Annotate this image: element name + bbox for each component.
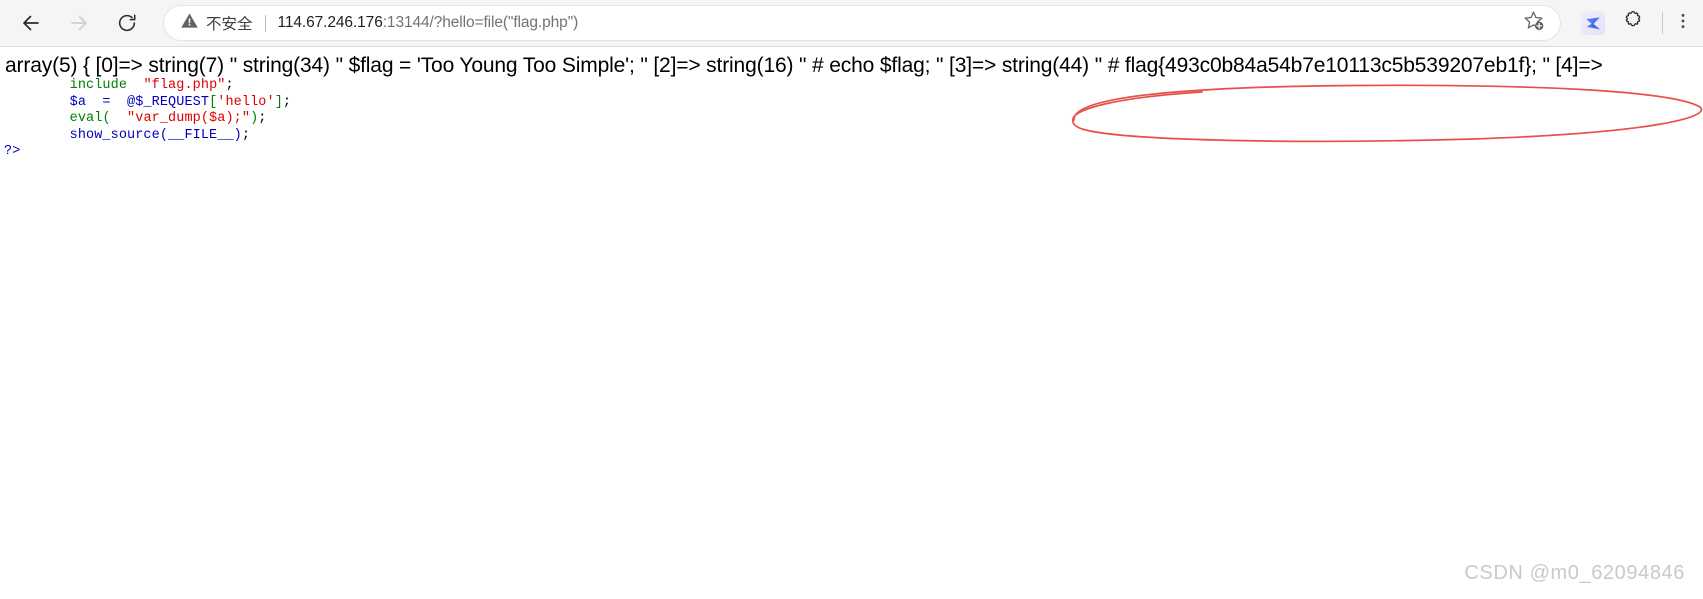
red-ellipse-annotation [1052,83,1703,145]
php-close-tag: ?> [4,144,21,160]
php-semicolon-4: ; [241,127,251,143]
reload-icon [116,12,138,34]
reload-button[interactable] [108,4,146,42]
chrome-menu-button[interactable] [1673,6,1703,40]
security-status-label: 不安全 [206,16,253,33]
bookmark-button[interactable] [1520,10,1546,36]
php-fn-showsource: show_source [69,127,160,143]
browser-toolbar: 不安全 114.67.246.176:13144/?hello=file("fl… [0,0,1703,47]
star-add-icon [1522,9,1545,37]
back-button[interactable] [12,4,50,42]
php-superglobal-request: @$_REQUEST [127,94,210,110]
csdn-watermark: CSDN @m0_62094846 [1464,562,1685,584]
kebab-menu-icon [1673,11,1693,36]
url-host: 114.67.246.176 [277,14,383,31]
php-string-hello: 'hello' [217,94,275,110]
extensions-button[interactable] [1616,6,1650,40]
bird-extension-icon [1581,11,1605,35]
php-semicolon-3: ; [258,111,267,127]
puzzle-piece-icon [1622,10,1644,37]
php-source-code: include "flag.php"; $a = @$_REQUEST['hel… [4,78,291,161]
url-path: /?hello=file("flag.php") [429,14,579,31]
php-keyword-include: include [69,78,128,93]
php-bracket-close: ] [274,94,283,110]
omnibox-divider [264,14,266,32]
arrow-left-icon [19,11,43,35]
page-content: array(5) { [0]=> string(7) " string(34) … [0,47,1703,599]
php-assign-op: = [86,94,128,110]
php-semicolon-2: ; [282,94,292,110]
php-fn-eval: eval [69,111,103,127]
arrow-right-icon [67,11,91,35]
php-var-a: $a [69,94,87,110]
php-string-vardump: "var_dump($a);" [127,111,251,127]
var-dump-output: array(5) { [0]=> string(7) " string(34) … [5,54,1603,77]
url-display[interactable]: 114.67.246.176:13144/?hello=file("flag.p… [278,14,579,32]
php-paren-open: ( [102,111,128,127]
address-bar[interactable]: 不安全 114.67.246.176:13144/?hello=file("fl… [164,6,1560,40]
warning-triangle-icon [180,11,199,35]
extension-bird-button[interactable] [1576,6,1610,40]
php-showsource-args: (__FILE__) [159,127,242,143]
forward-button [60,4,98,42]
security-status[interactable]: 不安全 [180,11,253,35]
url-port: :13144 [382,14,430,31]
toolbar-separator [1662,12,1663,34]
php-string-flagphp: "flag.php" [143,78,226,93]
toolbar-right-actions [1570,0,1703,47]
php-semicolon-1: ; [225,78,234,93]
